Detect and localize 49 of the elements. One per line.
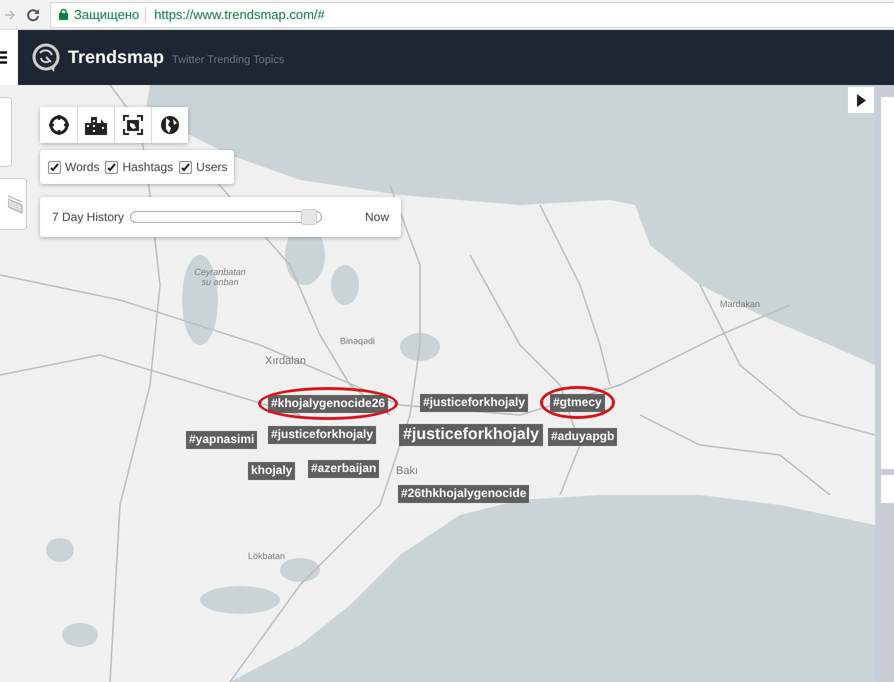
frame-icon <box>123 115 143 135</box>
checkmark-icon <box>107 162 116 172</box>
filter-checkbox[interactable]: Words <box>48 160 100 174</box>
globe-icon <box>160 115 180 135</box>
play-triangle-icon <box>856 94 866 106</box>
trend-tag[interactable]: #khojalygenocide26 <box>268 395 388 413</box>
locate-button[interactable] <box>40 107 77 143</box>
buildings-icon <box>85 115 107 135</box>
lake <box>280 558 320 582</box>
lake <box>62 623 98 647</box>
lake <box>46 538 74 562</box>
trend-tag[interactable]: #aduyapgb <box>548 428 618 446</box>
trend-tag[interactable]: #justiceforkhojaly <box>420 394 528 412</box>
menu-icon[interactable] <box>0 51 7 64</box>
crosshair-icon <box>48 115 68 135</box>
place-label: Bakı <box>396 465 418 478</box>
trend-tag[interactable]: #yapnasimi <box>186 431 258 449</box>
place-label: Xırdalan <box>265 355 306 368</box>
history-slider[interactable] <box>130 211 322 223</box>
region-button[interactable] <box>114 107 151 143</box>
lake <box>331 265 359 305</box>
slider-thumb[interactable] <box>301 209 318 225</box>
brand-name[interactable]: Trendsmap <box>68 47 164 68</box>
lake <box>400 333 440 361</box>
trend-tag[interactable]: #justiceforkhojaly <box>399 424 544 446</box>
filter-checkbox[interactable]: Users <box>179 160 228 174</box>
lock-icon <box>59 9 68 20</box>
trend-tag[interactable]: #26thkhojalygenocide <box>398 485 530 503</box>
now-label: Now <box>364 210 389 224</box>
panel-toggle[interactable] <box>848 87 874 113</box>
trend-tag[interactable]: #gtmecy <box>550 394 605 412</box>
tagline: Twitter Trending Topics <box>172 54 284 66</box>
place-label: Mardakan <box>720 300 760 310</box>
history-label: 7 Day History <box>52 210 124 224</box>
place-label: Binəqədi <box>340 337 376 347</box>
address-bar[interactable]: https://www.trendsmap.com/# <box>145 7 325 22</box>
place-label: Ceyranbatan su anban <box>193 268 247 288</box>
filter-checkbox[interactable]: Hashtags <box>105 160 174 174</box>
trend-tag[interactable]: #justiceforkhojaly <box>268 426 376 444</box>
trend-tag[interactable]: #azerbaijan <box>308 460 380 478</box>
security-status: Защищено <box>74 7 140 22</box>
checkmark-icon <box>50 162 59 172</box>
logo-icon <box>32 42 60 72</box>
checkmark-icon <box>181 162 190 172</box>
reload-icon[interactable] <box>26 8 40 22</box>
city-button[interactable] <box>77 107 114 143</box>
world-button[interactable] <box>151 107 188 143</box>
place-label: Lökbatan <box>248 552 286 562</box>
trend-tag[interactable]: khojaly <box>248 462 296 480</box>
